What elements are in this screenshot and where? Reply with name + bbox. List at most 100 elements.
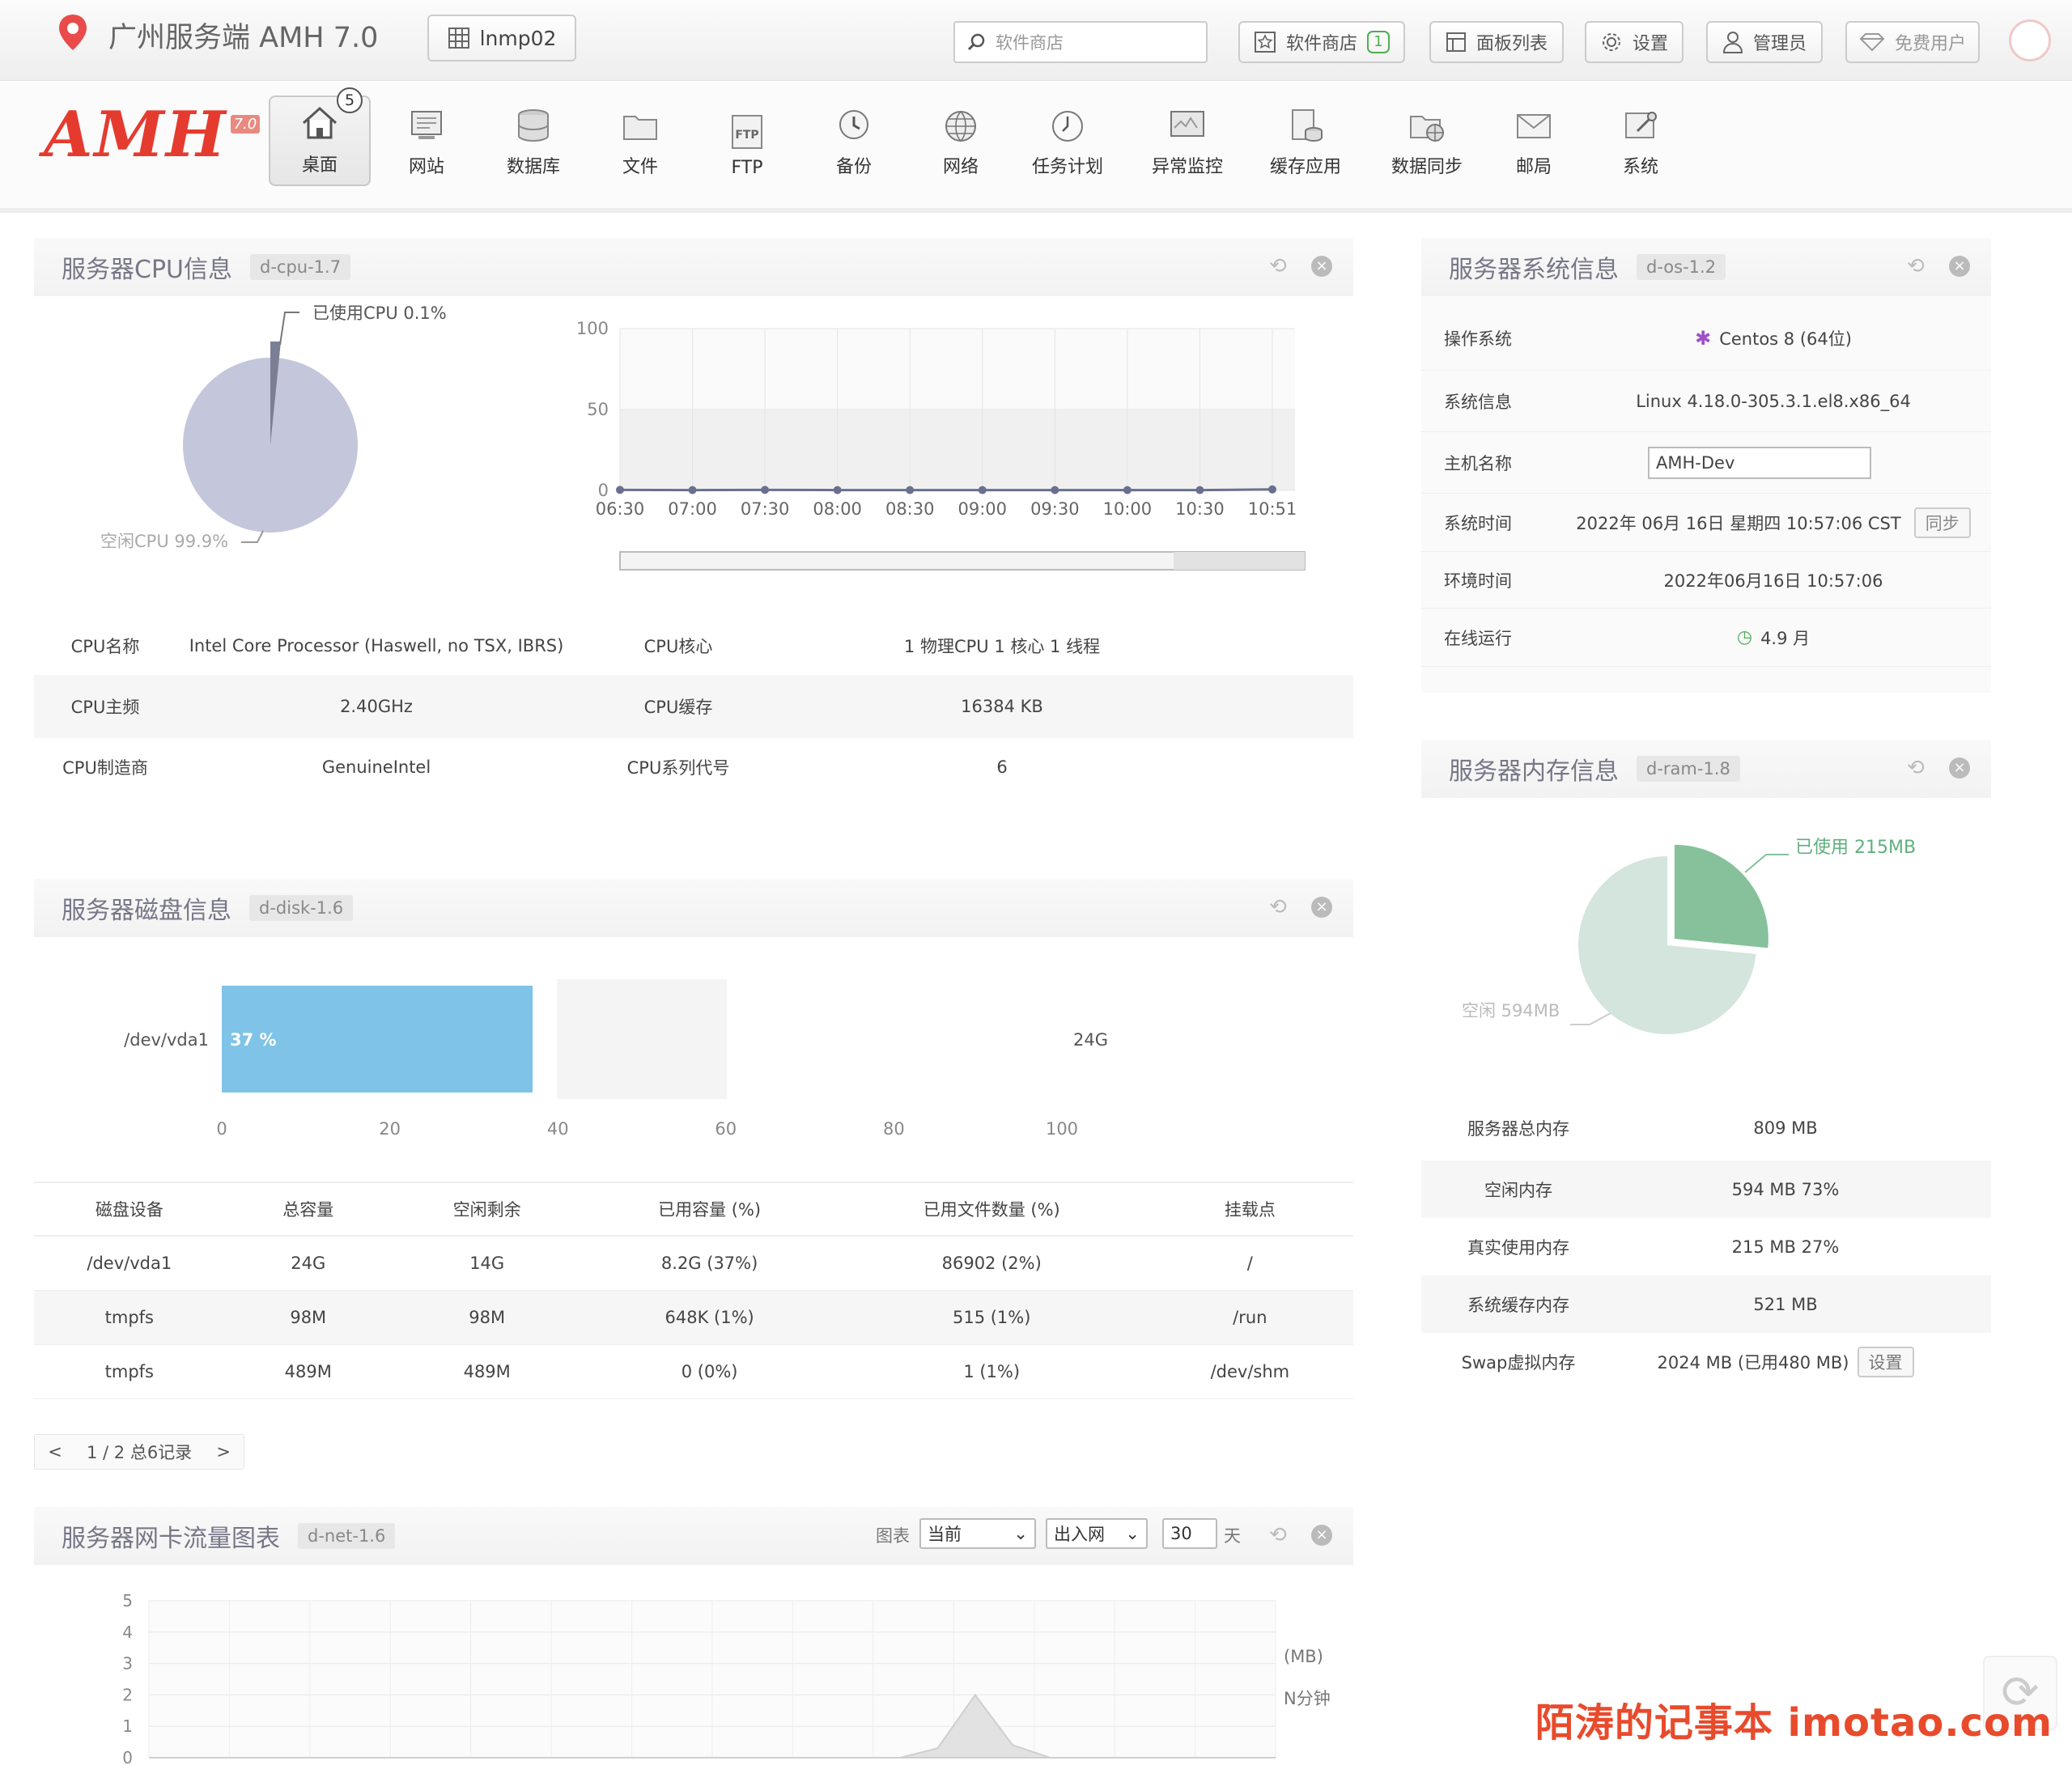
home-icon <box>302 106 338 139</box>
direction-select[interactable]: 出入网 ⌄ <box>1046 1518 1148 1549</box>
site-title: 广州服务端 AMH 7.0 <box>108 22 379 54</box>
close-icon[interactable]: × <box>1311 256 1332 277</box>
hostname-value: AMH-Dev <box>1656 452 1735 473</box>
nav-item-3[interactable]: 数据库 <box>482 95 584 186</box>
database-icon <box>518 109 549 142</box>
table-cell: /run <box>1233 1308 1267 1327</box>
panel-list-button[interactable]: 面板列表 <box>1429 21 1564 63</box>
x-tick-label: 08:30 <box>885 499 935 519</box>
star-icon <box>1254 32 1276 53</box>
nav-item-10[interactable]: 缓存应用 <box>1255 95 1357 186</box>
avatar[interactable] <box>2009 19 2051 62</box>
table-cell: 0 (0%) <box>681 1362 738 1381</box>
y-tick-label: 0 <box>122 1748 133 1765</box>
net-panel-title: 服务器网卡流量图表 <box>62 1525 280 1553</box>
nav-item-12[interactable]: 邮局 <box>1483 95 1585 186</box>
close-icon[interactable]: × <box>1311 1525 1332 1546</box>
time-select[interactable]: 当前 ⌄ <box>919 1518 1036 1549</box>
os-info-row: 在线运行 ◷ 4.9 月 <box>1421 609 1991 667</box>
nav-item-9[interactable]: 异常监控 <box>1136 95 1238 186</box>
os-key-label: 主机名称 <box>1444 453 1512 473</box>
os-value: ✱ Centos 8 (64位) <box>1575 326 1972 350</box>
search-input[interactable]: 软件商店 <box>953 21 1208 63</box>
logo-text: AMH <box>44 98 227 172</box>
settings-button[interactable]: 设置 <box>1585 21 1684 63</box>
nav-item-label: 异常监控 <box>1151 157 1223 177</box>
table-cell: 1 (1%) <box>963 1362 1021 1381</box>
table-cell: 14G <box>469 1254 505 1273</box>
x-tick-label: 10:30 <box>1175 499 1225 519</box>
table-cell: 24G <box>291 1254 326 1273</box>
refresh-icon[interactable]: ⟲ <box>1269 256 1290 277</box>
clock-icon <box>1052 111 1083 142</box>
refresh-icon[interactable]: ⟲ <box>1907 757 1928 779</box>
nav-item-8[interactable]: 任务计划 <box>1017 95 1119 186</box>
mail-icon <box>1517 114 1551 138</box>
table-row: tmpfs 98M 98M 648K (1%) 515 (1%) /run <box>34 1291 1353 1345</box>
pager-next-button[interactable]: > <box>203 1442 244 1462</box>
gear-icon <box>1602 33 1620 51</box>
days-input[interactable]: 30 <box>1162 1518 1217 1549</box>
swap-settings-button[interactable]: 设置 <box>1857 1346 1914 1377</box>
cpu-idle-label: 空闲CPU 99.9% <box>100 532 228 551</box>
nav-item-4[interactable]: 文件 <box>589 95 691 186</box>
nav-item-label: 任务计划 <box>1031 157 1103 177</box>
table-cell: /dev/vda1 <box>87 1254 172 1273</box>
cpu-pie-chart: 已使用CPU 0.1% 空闲CPU 99.9% <box>100 303 447 551</box>
refresh-icon[interactable]: ⟲ <box>1907 256 1928 277</box>
nav-item-2[interactable]: 网站 <box>376 95 478 186</box>
ram-idle-label: 空闲 594MB <box>1462 1001 1560 1020</box>
y-tick-label: 1 <box>122 1716 133 1736</box>
nav-item-label: 数据库 <box>506 157 560 177</box>
nav-item-6[interactable]: 备份 <box>803 95 905 186</box>
table-cell: 8.2G (37%) <box>660 1254 758 1273</box>
nav-item-label: 系统 <box>1622 157 1658 177</box>
net-panel-header: 服务器网卡流量图表 d-net-1.6 ⟲ × <box>34 1507 1353 1565</box>
column-header: 挂载点 <box>1224 1200 1276 1220</box>
y-tick-label: 2 <box>122 1685 133 1704</box>
x-tick-label: 07:30 <box>741 499 790 519</box>
ram-value: 521 MB <box>1616 1295 1955 1314</box>
refresh-icon[interactable]: ⟲ <box>1269 1525 1290 1546</box>
close-icon[interactable]: × <box>1949 256 1970 277</box>
cpu-info-row: CPU名称 Intel Core Processor (Haswell, no T… <box>34 617 1353 675</box>
ram-used-slice <box>1674 844 1768 948</box>
disk-panel: 服务器磁盘信息 d-disk-1.6 ⟲ × <box>34 879 1353 937</box>
backup-icon <box>839 110 868 139</box>
ram-used-label: 已使用 215MB <box>1795 838 1916 858</box>
server-switch-button[interactable]: lnmp02 <box>427 15 576 62</box>
close-icon[interactable]: × <box>1311 897 1332 918</box>
ram-panel-tag: d-ram-1.8 <box>1637 756 1740 782</box>
disk-track <box>557 979 727 1099</box>
sync-time-button[interactable]: 同步 <box>1913 507 1971 538</box>
hostname-input[interactable]: AMH-Dev <box>1648 446 1871 479</box>
os-value-text: 4.9 月 <box>1760 628 1811 648</box>
ram-value-text: 215 MB 27% <box>1731 1237 1840 1257</box>
y-tick-label: 0 <box>598 481 609 500</box>
admin-button[interactable]: 管理员 <box>1706 21 1823 63</box>
time-select-value: 当前 <box>928 1525 962 1544</box>
x-tick-label: 0 <box>216 1119 227 1139</box>
centos-icon: ✱ <box>1695 326 1712 350</box>
amh-logo: AMH 7.0 <box>44 98 261 172</box>
ram-info-table: 服务器总内存 809 MB 空闲内存 594 MB 73% 真实使用内存 215 MB 2… <box>1421 1096 1991 1390</box>
nav-item-5[interactable]: FTP FTP <box>696 95 798 186</box>
refresh-icon[interactable]: ⟲ <box>1269 897 1290 918</box>
x-tick-label: 09:30 <box>1030 499 1080 519</box>
days-input-value: 30 <box>1170 1524 1192 1543</box>
os-key-label: 系统时间 <box>1444 513 1512 533</box>
nav-item-7[interactable]: 网络 <box>910 95 1012 186</box>
pager-prev-button[interactable]: < <box>35 1442 75 1462</box>
panel-list-label: 面板列表 <box>1475 34 1548 54</box>
x-tick-label: 20 <box>379 1119 401 1139</box>
close-icon[interactable]: × <box>1949 757 1970 779</box>
disk-panel-header: 服务器磁盘信息 d-disk-1.6 ⟲ × <box>34 879 1353 937</box>
nav-item-11[interactable]: 数据同步 <box>1376 95 1478 186</box>
nav-item-label: 文件 <box>622 157 658 177</box>
cpu-value: GenuineIntel <box>321 757 431 777</box>
free-user-button[interactable]: 免费用户 <box>1845 21 1980 63</box>
ram-value: 215 MB 27% <box>1616 1237 1955 1257</box>
nav-item-13[interactable]: 系统 <box>1590 95 1692 186</box>
zoom-slider-window <box>1174 552 1305 570</box>
software-store-button[interactable]: 软件商店 1 <box>1238 21 1405 63</box>
